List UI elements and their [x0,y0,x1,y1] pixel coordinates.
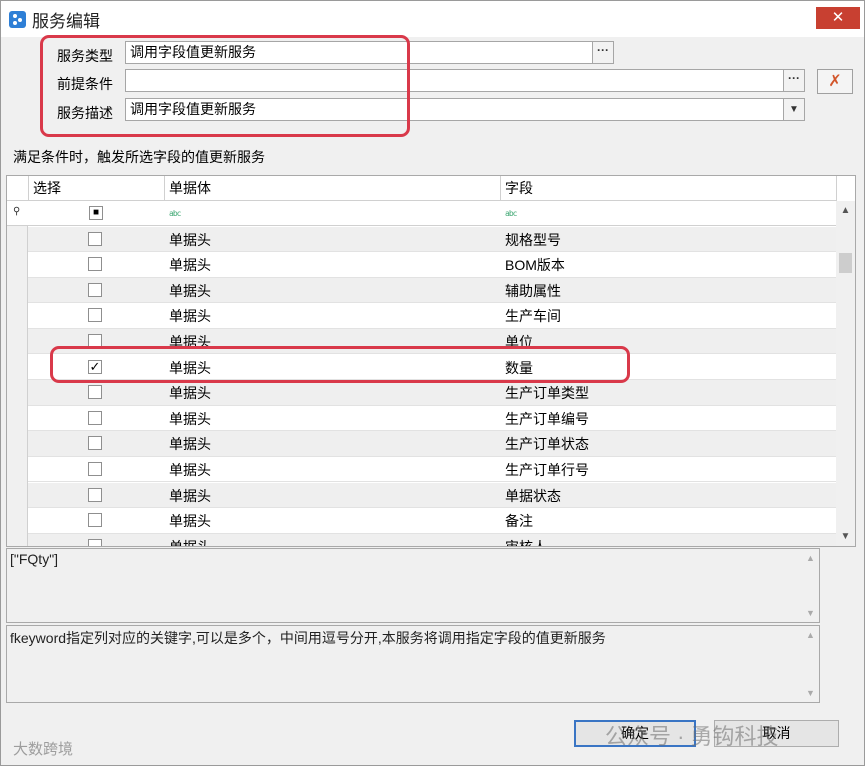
filter-entity-abc-icon[interactable]: abc [169,209,181,218]
row-select-checkbox[interactable] [88,308,102,323]
column-header-select[interactable]: 选择 [29,176,165,201]
description-dropdown-button[interactable]: ▼ [783,98,805,121]
row-select-checkbox[interactable] [88,461,102,476]
entity-cell: 单据头 [169,513,211,530]
field-cell: 单据状态 [505,487,561,504]
keyword-json-box[interactable]: ["FQty"] ▲ ▼ [6,548,820,623]
entity-cell: 单据头 [169,231,211,248]
service-type-ellipsis-button[interactable]: ··· [592,41,614,64]
field-cell: 审核人 [505,538,547,547]
keyword-json-text: ["FQty"] [10,551,59,567]
help-box-scrollbar[interactable]: ▲ ▼ [802,626,819,702]
field-cell: 生产订单编号 [505,410,589,427]
table-row[interactable]: 单据头 备注 [28,508,837,534]
table-row[interactable]: 单据头 生产订单状态 [28,431,837,457]
row-select-checkbox[interactable] [88,487,102,502]
row-select-checkbox[interactable] [88,513,102,528]
window-title: 服务编辑 [32,11,100,31]
scroll-thumb[interactable] [839,253,852,273]
table-row[interactable]: 单据头 规格型号 [28,226,837,253]
watermark-bottom-left: 大数跨境 [13,741,74,758]
filter-field-abc-icon[interactable]: abc [505,209,517,218]
table-row[interactable]: 单据头 审核人 [28,533,837,547]
field-cell: 生产订单类型 [505,385,589,402]
service-edit-dialog: 服务编辑 ✕ 服务类型 调用字段值更新服务 ··· 前提条件 ··· ✗ 服务描… [0,0,865,766]
table-row[interactable]: 单据头 生产车间 [28,303,837,329]
header-corner [7,176,29,201]
title-bar: 服务编辑 ✕ [1,1,864,37]
entity-cell: 单据头 [169,282,211,299]
eraser-icon: ✗ [828,73,842,90]
table-row[interactable]: 单据头 BOM版本 [28,252,837,278]
row-select-checkbox[interactable] [88,385,102,400]
field-cell: 辅助属性 [505,282,561,299]
column-header-field[interactable]: 字段 [501,176,837,201]
grid-vertical-scrollbar[interactable]: ▲ ▼ [836,201,855,546]
entity-cell: 单据头 [169,436,211,453]
close-button[interactable]: ✕ [816,7,860,29]
app-icon [9,10,26,28]
table-row[interactable]: 单据头 生产订单编号 [28,406,837,432]
entity-cell: 单据头 [169,487,211,504]
filter-row: ⚲ ■ abc abc [7,201,837,226]
highlight-box-row [50,346,630,383]
help-text-box: fkeyword指定列对应的关键字,可以是多个，中间用逗号分开,本服务将调用指定… [6,625,820,703]
scroll-down-icon[interactable]: ▼ [836,531,855,542]
entity-cell: 单据头 [169,385,211,402]
entity-cell: 单据头 [169,308,211,325]
row-select-checkbox[interactable] [88,410,102,425]
clear-condition-button[interactable]: ✗ [817,69,853,94]
help-text: fkeyword指定列对应的关键字,可以是多个，中间用逗号分开,本服务将调用指定… [10,630,606,646]
field-cell: 生产订单状态 [505,436,589,453]
filter-checkbox[interactable]: ■ [89,206,103,220]
field-cell: 备注 [505,513,533,530]
row-select-checkbox[interactable] [88,436,102,451]
precondition-ellipsis-button[interactable]: ··· [783,69,805,92]
field-cell: 规格型号 [505,231,561,248]
chevron-down-icon: ▼ [789,104,799,115]
entity-cell: 单据头 [169,461,211,478]
scroll-up-icon[interactable]: ▲ [836,205,855,216]
watermark: 公众号 · 勇钩科技 [605,724,779,749]
column-header-entity[interactable]: 单据体 [165,176,501,201]
field-cell: 生产订单行号 [505,461,589,478]
pin-icon: ⚲ [13,206,21,217]
table-row[interactable]: 单据头 生产订单行号 [28,457,837,483]
field-cell: BOM版本 [505,257,565,274]
json-box-scrollbar[interactable]: ▲ ▼ [802,549,819,622]
table-row[interactable]: 单据头 辅助属性 [28,277,837,304]
entity-cell: 单据头 [169,538,211,547]
highlight-box-form [40,35,410,137]
row-select-checkbox[interactable] [88,257,102,272]
row-gutter [7,201,28,546]
entity-cell: 单据头 [169,410,211,427]
grid-caption: 满足条件时，触发所选字段的值更新服务 [13,149,265,165]
row-select-checkbox[interactable] [88,282,102,297]
entity-cell: 单据头 [169,257,211,274]
row-select-checkbox[interactable] [88,231,102,246]
row-select-checkbox[interactable] [88,538,102,546]
table-row[interactable]: 单据头 生产订单类型 [28,380,837,406]
table-row[interactable]: 单据头 单据状态 [28,482,837,509]
grid-header: 选择 单据体 字段 [7,176,837,201]
field-cell: 生产车间 [505,308,561,325]
